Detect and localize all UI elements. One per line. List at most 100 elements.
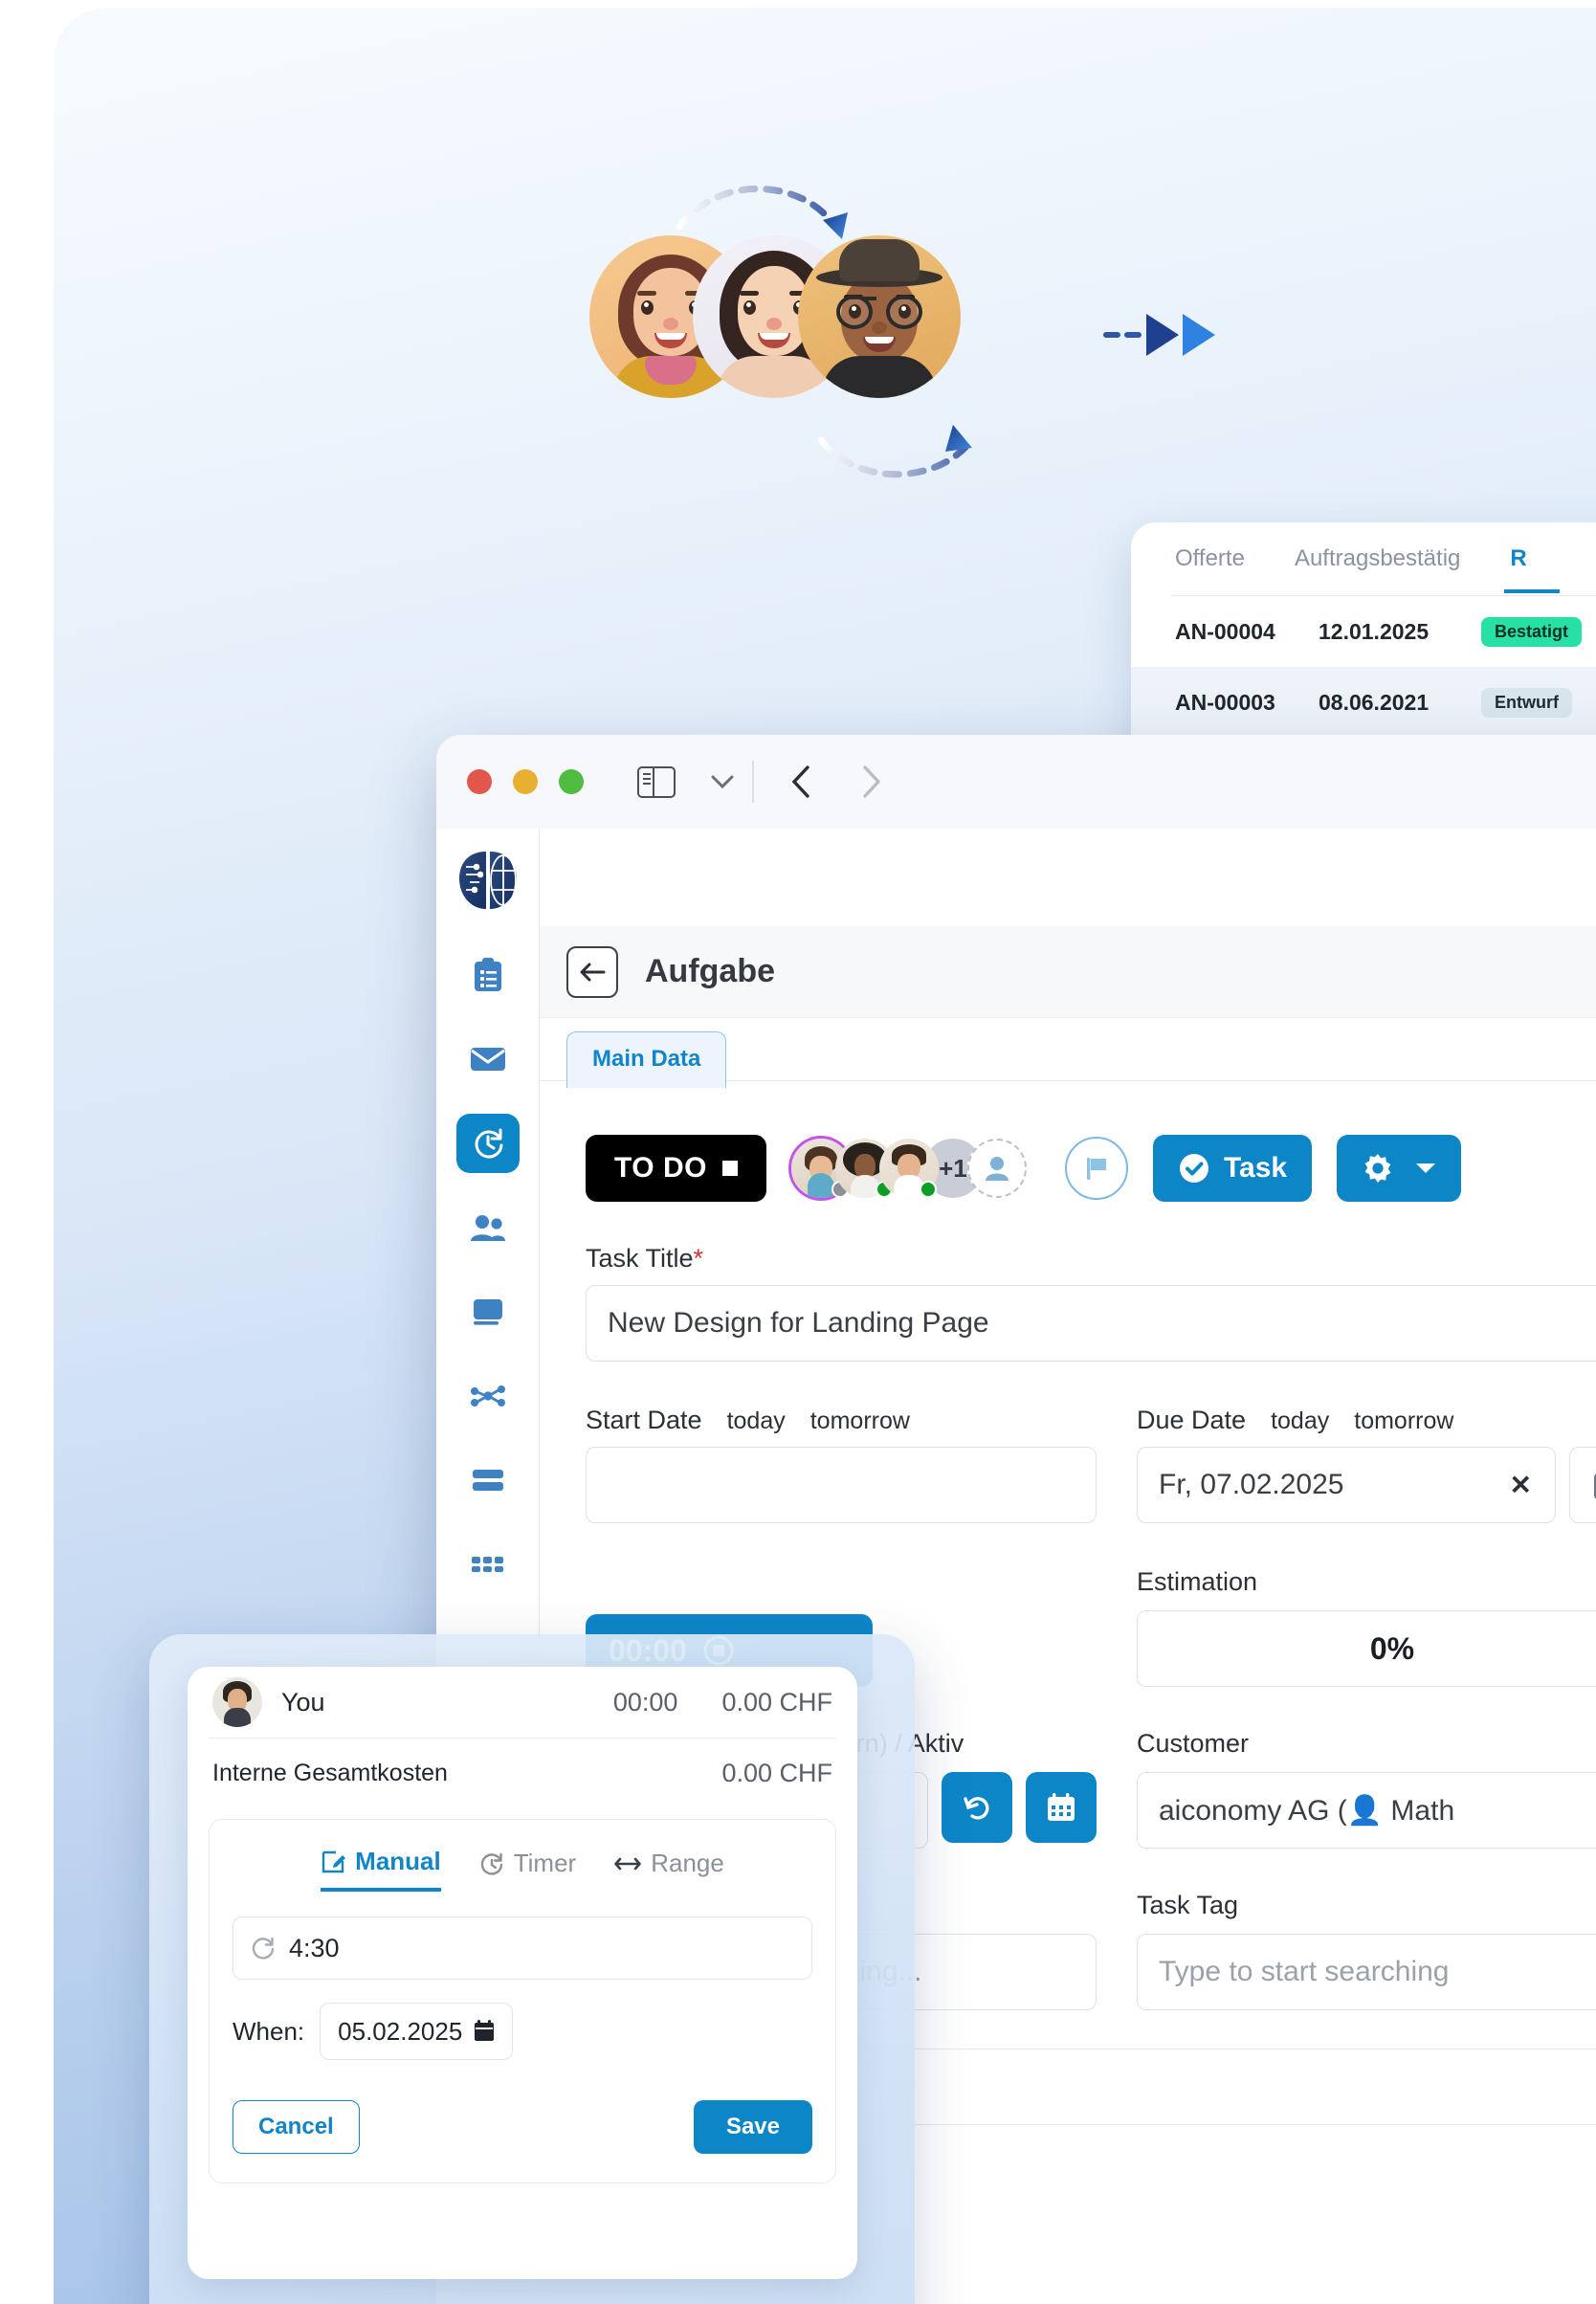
time-tracking-card: You 00:00 0.00 CHF Interne Gesamtkosten … xyxy=(188,1667,857,2279)
sidebar-item-grid[interactable] xyxy=(456,1535,520,1594)
browser-chrome xyxy=(436,735,1596,829)
tab-manual-label: Manual xyxy=(355,1847,441,1875)
page-header: Aufgabe xyxy=(540,926,1596,1018)
mail-icon xyxy=(470,1045,506,1074)
customer-value: aiconomy AG (👤 Math xyxy=(1159,1794,1455,1827)
add-person-icon[interactable] xyxy=(966,1139,1027,1198)
sidebar-item-clipboard[interactable] xyxy=(456,945,520,1005)
due-date-input[interactable]: Fr, 07.02.2025 ✕ xyxy=(1137,1447,1556,1523)
grid-icon xyxy=(471,1556,505,1573)
tab-rechnung[interactable]: R xyxy=(1504,545,1561,593)
clear-due-date-icon[interactable]: ✕ xyxy=(1510,1470,1532,1501)
book-icon xyxy=(471,1296,505,1327)
calendar-plus-icon[interactable] xyxy=(1569,1447,1596,1523)
when-label: When: xyxy=(233,2016,305,2046)
duration-input[interactable]: 4:30 xyxy=(233,1916,812,1980)
customer-group: Customer aiconomy AG (👤 Math xyxy=(1137,1729,1596,1849)
tab-timer[interactable]: Timer xyxy=(479,1847,576,1892)
total-cost-value: 0.00 CHF xyxy=(721,1758,832,1787)
orders-tab-bar: Offerte Auftragsbestätig R xyxy=(1131,522,1596,595)
task-title-value: New Design for Landing Page xyxy=(608,1307,989,1339)
flag-icon xyxy=(1082,1154,1111,1183)
assignee-avatars: +1 xyxy=(790,1139,1027,1198)
clipboard-icon xyxy=(472,957,504,993)
timer-icon xyxy=(471,1126,505,1161)
gear-icon xyxy=(1362,1152,1394,1185)
sidebar-toggle-icon[interactable] xyxy=(637,765,676,798)
project-reset-button[interactable] xyxy=(942,1772,1012,1843)
task-title-label-text: Task Title xyxy=(586,1244,694,1273)
status-dropdown-button[interactable]: TO DO xyxy=(586,1135,766,1202)
table-row[interactable]: AN-00004 12.01.2025 Bestatigt C xyxy=(1131,596,1596,667)
chevron-down-icon[interactable] xyxy=(710,774,735,789)
avatar xyxy=(212,1677,262,1727)
maximize-window-button[interactable] xyxy=(559,769,584,794)
order-id: AN-00004 xyxy=(1175,618,1275,644)
background-gradient-card: Offerte Auftragsbestätig R AN-00004 12.0… xyxy=(54,8,1596,2304)
cancel-button[interactable]: Cancel xyxy=(233,2100,360,2154)
calendar-icon xyxy=(474,2020,495,2043)
due-date-today[interactable]: today xyxy=(1271,1407,1329,1435)
tab-manual[interactable]: Manual xyxy=(321,1847,441,1892)
stopwatch-icon xyxy=(251,1936,276,1961)
estimation-input[interactable]: 0% xyxy=(1137,1610,1596,1687)
server-icon xyxy=(471,1468,505,1493)
due-date-tomorrow[interactable]: tomorrow xyxy=(1354,1407,1453,1435)
estimation-label: Estimation xyxy=(1137,1567,1258,1596)
tab-offerte[interactable]: Offerte xyxy=(1175,545,1245,572)
status-badge: Bestatigt xyxy=(1481,616,1583,647)
task-tag-input[interactable]: Type to start searching xyxy=(1137,1934,1596,2010)
save-button[interactable]: Save xyxy=(693,2100,812,2154)
time-entry-cost: 0.00 CHF xyxy=(721,1687,832,1717)
time-entry-user-name: You xyxy=(281,1687,325,1717)
start-date-today[interactable]: today xyxy=(727,1407,786,1435)
traffic-lights xyxy=(467,769,584,794)
due-date-labels: Due Date today tomorrow xyxy=(1137,1406,1596,1435)
tab-range[interactable]: Range xyxy=(614,1847,724,1892)
edit-pencil-icon xyxy=(321,1850,346,1874)
start-date-group: Start Date today tomorrow xyxy=(586,1362,1097,1523)
project-calendar-button[interactable] xyxy=(1026,1772,1097,1843)
sidebar-item-timer[interactable] xyxy=(455,1114,520,1173)
table-row[interactable]: AN-00003 08.06.2021 Entwurf C xyxy=(1131,667,1596,738)
due-date-label: Due Date xyxy=(1137,1406,1247,1434)
total-cost-label: Interne Gesamtkosten xyxy=(212,1759,448,1786)
due-date-group: Due Date today tomorrow Fr, 07.02.2025 ✕ xyxy=(1137,1362,1596,1523)
time-entry-editor: Manual Timer Range 4:30 When: 05.02.2025… xyxy=(209,1819,836,2183)
sidebar-item-network[interactable] xyxy=(456,1366,520,1426)
content-tab-bar: Main Data xyxy=(540,1018,1596,1088)
avatar[interactable] xyxy=(878,1139,939,1198)
sidebar-item-book[interactable] xyxy=(456,1282,520,1341)
when-date-input[interactable]: 05.02.2025 xyxy=(320,2003,514,2060)
task-tag-placeholder: Type to start searching xyxy=(1159,1956,1450,1987)
nav-arrows xyxy=(790,764,882,799)
time-tracking-overlay: You 00:00 0.00 CHF Interne Gesamtkosten … xyxy=(149,1634,915,2304)
close-window-button[interactable] xyxy=(467,769,492,794)
nav-back-icon[interactable] xyxy=(790,764,811,799)
sidebar-item-people[interactable] xyxy=(456,1198,520,1257)
sidebar-item-mail[interactable] xyxy=(456,1030,520,1089)
minimize-window-button[interactable] xyxy=(513,769,538,794)
brain-globe-logo xyxy=(454,846,522,915)
nav-forward-icon[interactable] xyxy=(861,764,882,799)
settings-dropdown-button[interactable] xyxy=(1337,1135,1462,1202)
time-entry-user-row: You 00:00 0.00 CHF xyxy=(188,1667,857,1738)
customer-input[interactable]: aiconomy AG (👤 Math xyxy=(1137,1772,1596,1849)
tab-main-data[interactable]: Main Data xyxy=(566,1031,727,1088)
status-badge-wrap: Entwurf xyxy=(1481,687,1596,718)
undo-icon xyxy=(963,1793,991,1822)
flag-button[interactable] xyxy=(1064,1137,1128,1200)
arrows-horizontal-icon xyxy=(614,1853,642,1874)
task-title-input[interactable]: New Design for Landing Page xyxy=(586,1285,1596,1362)
tab-auftragsbestaetigung[interactable]: Auftragsbestätig xyxy=(1295,545,1460,572)
sidebar-item-server[interactable] xyxy=(456,1451,520,1510)
network-icon xyxy=(470,1382,506,1410)
total-cost-row: Interne Gesamtkosten 0.00 CHF xyxy=(188,1739,857,1807)
task-button[interactable]: Task xyxy=(1152,1135,1313,1202)
start-date-input[interactable] xyxy=(586,1447,1097,1523)
people-icon xyxy=(470,1213,506,1242)
start-date-tomorrow[interactable]: tomorrow xyxy=(810,1407,910,1435)
task-toolbar: TO DO +1 Task xyxy=(586,1135,1596,1202)
back-button[interactable] xyxy=(566,945,618,998)
calendar-icon xyxy=(1047,1792,1075,1823)
